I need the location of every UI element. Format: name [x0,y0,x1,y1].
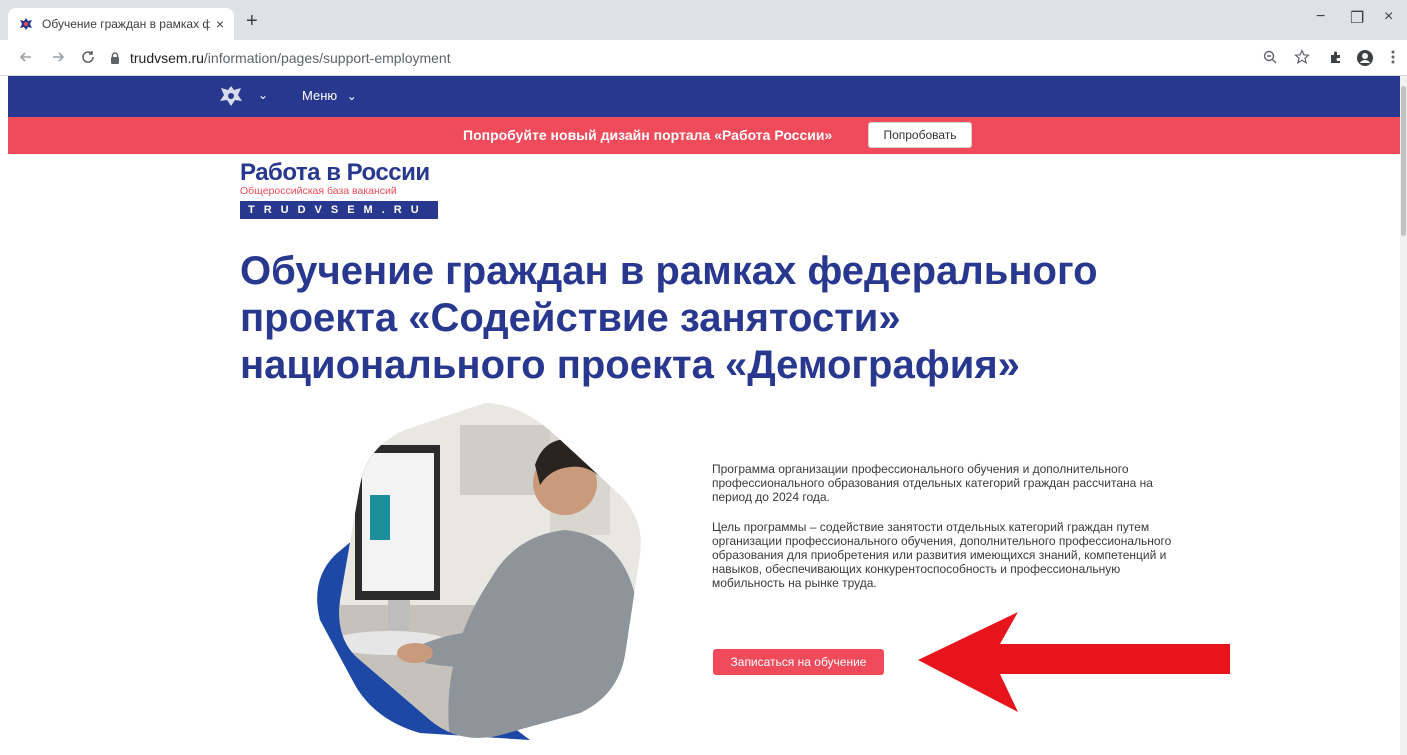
description-paragraph-2: Цель программы – содействие занятости от… [712,520,1172,590]
menu-chevron-down-icon: ⌄ [346,89,357,103]
scrollbar-thumb[interactable] [1401,86,1406,236]
description-paragraph-1: Программа организации профессионального … [712,462,1153,504]
tab-title: Обучение граждан в рамках фе [42,17,210,31]
promo-text: Попробуйте новый дизайн портала «Работа … [463,127,833,143]
emblem-chevron-down-icon[interactable]: ⌄ [258,88,268,102]
eagle-favicon-icon [20,18,32,30]
browser-tab-bar: Обучение граждан в рамках фе × + − ❐ × [0,0,1407,40]
menu-label: Меню [302,88,338,103]
minimize-button[interactable]: − [1316,8,1325,26]
site-nav-bar: ⌄ Меню ⌄ [8,76,1400,117]
kebab-menu-icon[interactable] [1390,49,1396,65]
menu-dropdown[interactable]: Меню ⌄ [302,88,357,103]
url-host: trudvsem.ru [130,50,204,66]
new-tab-button[interactable]: + [246,10,258,33]
promo-banner: Попробуйте новый дизайн портала «Работа … [8,117,1400,154]
maximize-button[interactable]: ❐ [1350,8,1364,28]
extensions-icon[interactable] [1328,49,1344,65]
tab-close-icon[interactable]: × [216,16,224,32]
reload-icon[interactable] [80,49,96,65]
logo-title: Работа в России [240,159,430,186]
logo-subtitle: Общероссийская база вакансий [240,185,397,197]
logo-domain: TRUDVSEM.RU [240,201,438,219]
person-at-computer-illustration [317,403,641,740]
zoom-icon[interactable] [1262,49,1278,65]
enroll-training-button[interactable]: Записаться на обучение [713,649,884,675]
lock-icon[interactable] [108,51,122,65]
star-icon[interactable] [1294,49,1310,65]
back-icon[interactable] [18,49,34,65]
profile-icon[interactable] [1356,49,1374,67]
red-arrow-annotation-icon [918,612,1230,712]
coat-of-arms-icon[interactable] [218,83,244,109]
try-new-design-button[interactable]: Попробовать [868,122,972,148]
browser-tab[interactable]: Обучение граждан в рамках фе × [8,8,234,40]
program-description: Программа организации профессионального … [712,462,1172,606]
close-window-button[interactable]: × [1384,8,1393,26]
address-bar: trudvsem.ru/information/pages/support-em… [0,40,1407,76]
page-title: Обучение граждан в рамках федерального п… [240,249,1098,387]
site-logo[interactable]: Работа в России Общероссийская база вака… [240,160,438,219]
url-field[interactable]: trudvsem.ru/information/pages/support-em… [108,45,1258,71]
forward-icon[interactable] [50,49,66,65]
url-path: /information/pages/support-employment [203,50,451,66]
